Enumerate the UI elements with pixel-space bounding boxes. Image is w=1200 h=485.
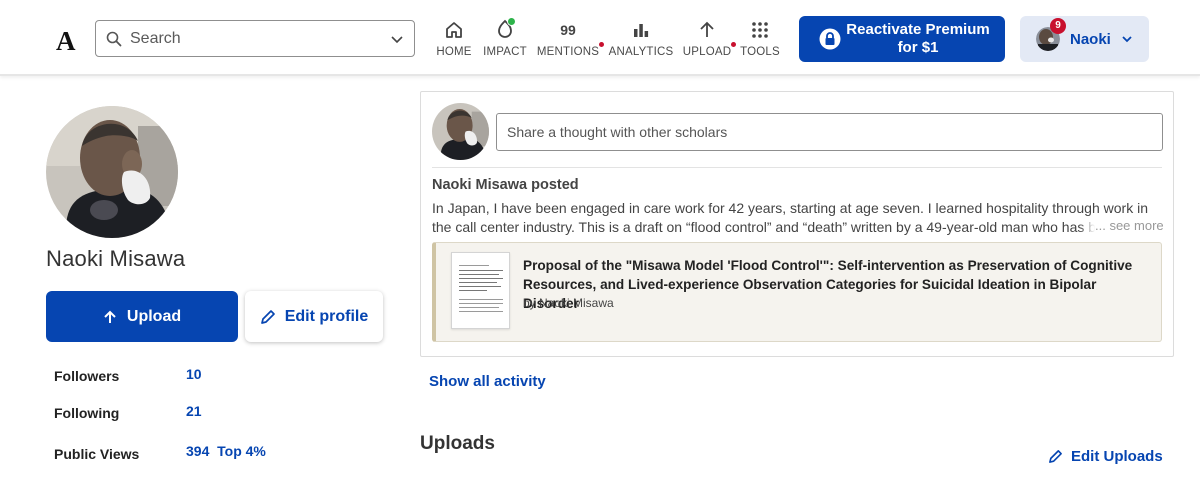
edit-profile-button[interactable]: Edit profile	[245, 291, 383, 342]
following-count[interactable]: 21	[186, 403, 202, 419]
edit-profile-label: Edit profile	[284, 307, 369, 325]
notification-badge: 9	[1050, 18, 1066, 34]
mentions-alert-dot	[599, 42, 604, 47]
nav-mentions[interactable]: 99 MENTIONS	[536, 18, 604, 62]
see-more-link[interactable]: ... see more	[1079, 218, 1164, 233]
user-name: Naoki	[1070, 30, 1111, 48]
upload-button-label: Upload	[126, 307, 182, 325]
divider	[432, 167, 1162, 168]
followers-count[interactable]: 10	[186, 366, 202, 382]
nav-analytics[interactable]: ANALYTICS	[608, 18, 674, 62]
nav-impact-label: IMPACT	[483, 46, 527, 58]
activity-card: Naoki Misawa posted In Japan, I have bee…	[420, 91, 1174, 357]
public-views-label: Public Views	[54, 446, 140, 462]
document-preview-card[interactable]: Proposal of the "Misawa Model 'Flood Con…	[432, 242, 1162, 342]
bar-chart-icon	[634, 24, 649, 37]
nav-mentions-label: MENTIONS	[536, 46, 600, 58]
top-navigation-bar: A HOME IMPACT 99 ME	[0, 0, 1200, 76]
pencil-icon	[260, 309, 275, 324]
show-all-activity-link[interactable]: Show all activity	[429, 373, 546, 390]
search-box[interactable]	[95, 20, 415, 57]
chevron-down-icon	[1122, 36, 1132, 43]
public-views-count[interactable]: 394 Top 4%	[186, 443, 266, 459]
nav-tools[interactable]: TOOLS	[740, 18, 780, 62]
premium-line-2: for $1	[897, 39, 939, 56]
upload-arrow-icon	[700, 21, 714, 37]
document-title[interactable]: Proposal of the "Misawa Model 'Flood Con…	[523, 256, 1153, 313]
lock-icon	[819, 28, 841, 50]
impact-online-dot	[507, 17, 516, 26]
nav-tools-label: TOOLS	[740, 46, 780, 58]
upload-arrow-icon	[104, 310, 116, 323]
composer-avatar	[432, 103, 489, 160]
document-author: by Naoki Misawa	[523, 296, 614, 310]
public-views-rank: Top 4%	[217, 443, 266, 459]
share-thought-input[interactable]	[496, 113, 1163, 151]
followers-label: Followers	[54, 368, 120, 384]
pencil-icon	[1049, 450, 1062, 463]
nav-upload-label: UPLOAD	[682, 46, 732, 58]
profile-name: Naoki Misawa	[46, 246, 186, 271]
edit-uploads-label: Edit Uploads	[1071, 448, 1163, 465]
document-thumbnail	[451, 252, 510, 329]
nav-analytics-label: ANALYTICS	[608, 46, 674, 58]
nav-home-label: HOME	[436, 46, 472, 58]
upload-alert-dot	[731, 42, 736, 47]
post-text: In Japan, I have been engaged in care wo…	[432, 200, 1148, 235]
nav-home[interactable]: HOME	[436, 18, 472, 62]
user-menu-button[interactable]: 9 Naoki	[1020, 16, 1149, 62]
profile-photo[interactable]	[46, 106, 178, 238]
upload-button[interactable]: Upload	[46, 291, 238, 342]
premium-line-1: Reactivate Premium	[846, 21, 990, 38]
uploads-heading: Uploads	[420, 433, 495, 454]
nav-upload[interactable]: UPLOAD	[682, 18, 736, 62]
chevron-down-icon[interactable]	[390, 32, 404, 46]
edit-uploads-button[interactable]: Edit Uploads	[1048, 448, 1163, 465]
search-input[interactable]	[130, 29, 390, 48]
search-icon	[106, 31, 122, 46]
site-logo[interactable]: A	[56, 26, 76, 57]
following-label: Following	[54, 405, 120, 421]
user-avatar: 9	[1036, 18, 1066, 51]
mentions-count: 99	[560, 22, 576, 38]
public-views-value: 394	[186, 443, 210, 459]
nav-impact[interactable]: IMPACT	[483, 17, 527, 62]
reactivate-premium-button[interactable]: Reactivate Premium for $1	[799, 16, 1005, 62]
grid-icon	[752, 22, 768, 38]
home-icon	[446, 22, 462, 38]
post-author-line: Naoki Misawa posted	[432, 177, 579, 193]
